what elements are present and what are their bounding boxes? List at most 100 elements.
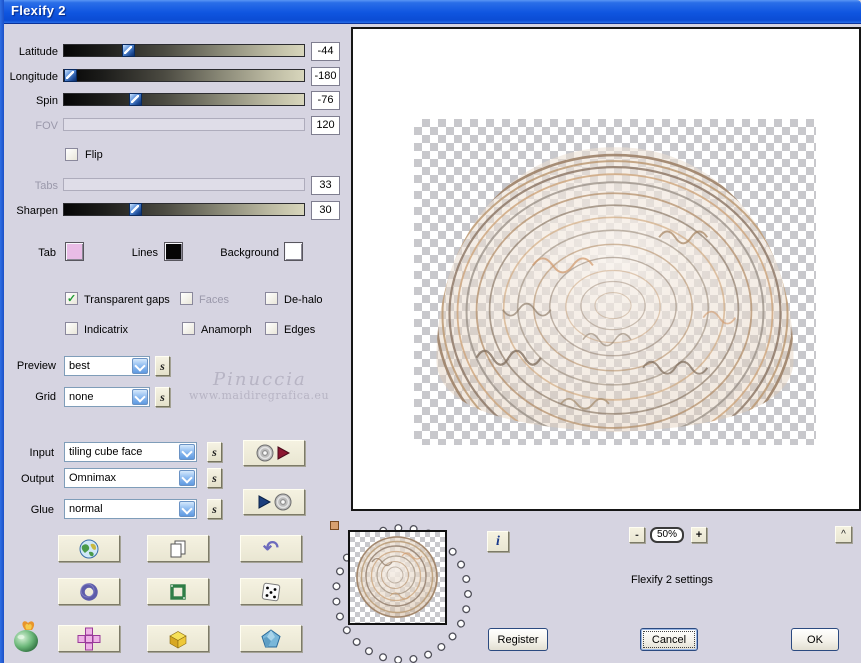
copy-button[interactable] [147, 535, 209, 562]
longitude-slider-thumb[interactable] [64, 69, 77, 82]
fov-value[interactable]: 120 [311, 116, 340, 135]
transparent-gaps-label: Transparent gaps [84, 294, 170, 306]
preview-select-label: Preview [16, 360, 56, 372]
preview-dome-image [436, 147, 794, 432]
flaming-pear-logo [14, 621, 38, 652]
tabs-value[interactable]: 33 [311, 176, 340, 195]
register-button[interactable]: Register [488, 628, 548, 651]
save-settings-button[interactable] [243, 489, 305, 515]
collapse-button[interactable]: ^ [835, 526, 852, 543]
longitude-slider[interactable] [63, 69, 305, 82]
load-settings-button[interactable] [243, 440, 305, 466]
anamorph-checkbox[interactable] [182, 322, 195, 335]
longitude-label: Longitude [9, 71, 58, 83]
faces-checkbox [180, 292, 193, 305]
title-bar[interactable]: Flexify 2 [0, 0, 861, 24]
flexify-dialog: Flexify 2 Latitude -44 Longitude -180 Sp… [0, 0, 861, 663]
zoom-level: 50% [650, 527, 684, 543]
chevron-down-icon[interactable] [179, 501, 195, 517]
output-select-value: Omnimax [69, 472, 117, 484]
zoom-out-button[interactable]: - [629, 527, 645, 543]
chevron-down-icon[interactable] [179, 470, 195, 486]
input-select-label: Input [29, 447, 54, 459]
spin-slider-thumb[interactable] [128, 93, 142, 106]
spin-slider[interactable] [63, 93, 305, 106]
glue-select-label: Glue [30, 504, 54, 516]
background-color-swatch[interactable] [284, 242, 303, 261]
glue-select[interactable]: normal [64, 499, 197, 519]
indicatrix-label: Indicatrix [84, 324, 129, 336]
longitude-value[interactable]: -180 [311, 67, 340, 86]
ring-icon [80, 582, 98, 601]
input-s-button[interactable]: s [207, 442, 222, 462]
chevron-down-icon[interactable] [179, 444, 195, 460]
output-select[interactable]: Omnimax [64, 468, 197, 488]
zoom-in-button[interactable]: + [691, 527, 707, 543]
preview-s-button[interactable]: s [155, 356, 170, 376]
flip-checkbox[interactable] [65, 148, 78, 161]
chevron-down-icon[interactable] [132, 358, 148, 374]
info-button[interactable]: i [487, 531, 509, 552]
watermark-url: www.maidiregrafica.eu [189, 389, 330, 402]
watermark-name: Pinuccia [213, 369, 307, 390]
thumbnail-sphere-image [356, 536, 438, 618]
frame-button[interactable] [147, 578, 209, 605]
tab-color-swatch[interactable] [65, 242, 84, 261]
sharpen-value[interactable]: 30 [311, 201, 340, 220]
undo-icon: ↶ [263, 538, 279, 559]
cube-net-button[interactable] [58, 625, 120, 652]
undo-button[interactable]: ↶ [240, 535, 302, 562]
fov-label: FOV [35, 120, 58, 132]
dehalo-label: De-halo [284, 294, 323, 306]
cancel-button[interactable]: Cancel [640, 628, 698, 651]
blue-gem-icon [261, 628, 281, 647]
input-select-value: tiling cube face [69, 446, 143, 458]
earth-button[interactable] [58, 535, 120, 562]
transparent-gaps-checkbox[interactable] [65, 292, 78, 305]
fov-slider [63, 118, 305, 131]
edges-checkbox[interactable] [265, 322, 278, 335]
disc-play-icon [256, 444, 291, 462]
grid-select-value: none [69, 391, 94, 403]
preview-select[interactable]: best [64, 356, 150, 376]
latitude-slider[interactable] [63, 44, 305, 57]
lines-color-label: Lines [131, 247, 158, 259]
grid-s-button[interactable]: s [155, 387, 170, 407]
output-select-label: Output [20, 473, 54, 485]
tabs-slider [63, 178, 305, 191]
faces-label: Faces [199, 294, 229, 306]
latitude-value[interactable]: -44 [311, 42, 340, 61]
thumbnail-preview[interactable] [348, 530, 447, 625]
edges-label: Edges [284, 324, 316, 336]
dehalo-checkbox[interactable] [265, 292, 278, 305]
sharpen-label: Sharpen [16, 205, 58, 217]
earth-icon [79, 539, 99, 558]
randomize-button[interactable] [240, 578, 302, 605]
gem-button[interactable] [240, 625, 302, 652]
spin-label: Spin [35, 95, 58, 107]
flip-label: Flip [85, 149, 103, 161]
sharpen-slider-thumb[interactable] [128, 203, 142, 216]
ring-button[interactable] [58, 578, 120, 605]
dice-icon [261, 582, 281, 601]
glue-select-value: normal [69, 503, 103, 515]
output-s-button[interactable]: s [207, 468, 222, 488]
latitude-slider-thumb[interactable] [121, 44, 135, 57]
anamorph-label: Anamorph [201, 324, 252, 336]
input-select[interactable]: tiling cube face [64, 442, 197, 462]
tab-color-label: Tab [38, 247, 56, 259]
ok-button[interactable]: OK [791, 628, 839, 651]
status-text: Flexify 2 settings [631, 574, 713, 586]
sharpen-slider[interactable] [63, 203, 305, 216]
grid-select[interactable]: none [64, 387, 150, 407]
indicatrix-checkbox[interactable] [65, 322, 78, 335]
window-title: Flexify 2 [11, 3, 66, 18]
cube-net-cross-icon [77, 627, 101, 650]
lines-color-swatch[interactable] [164, 242, 183, 261]
copy-pages-icon [170, 540, 186, 557]
spin-value[interactable]: -76 [311, 91, 340, 110]
chevron-down-icon[interactable] [132, 389, 148, 405]
tabs-label: Tabs [34, 180, 58, 192]
box-button[interactable] [147, 625, 209, 652]
glue-s-button[interactable]: s [207, 499, 222, 519]
